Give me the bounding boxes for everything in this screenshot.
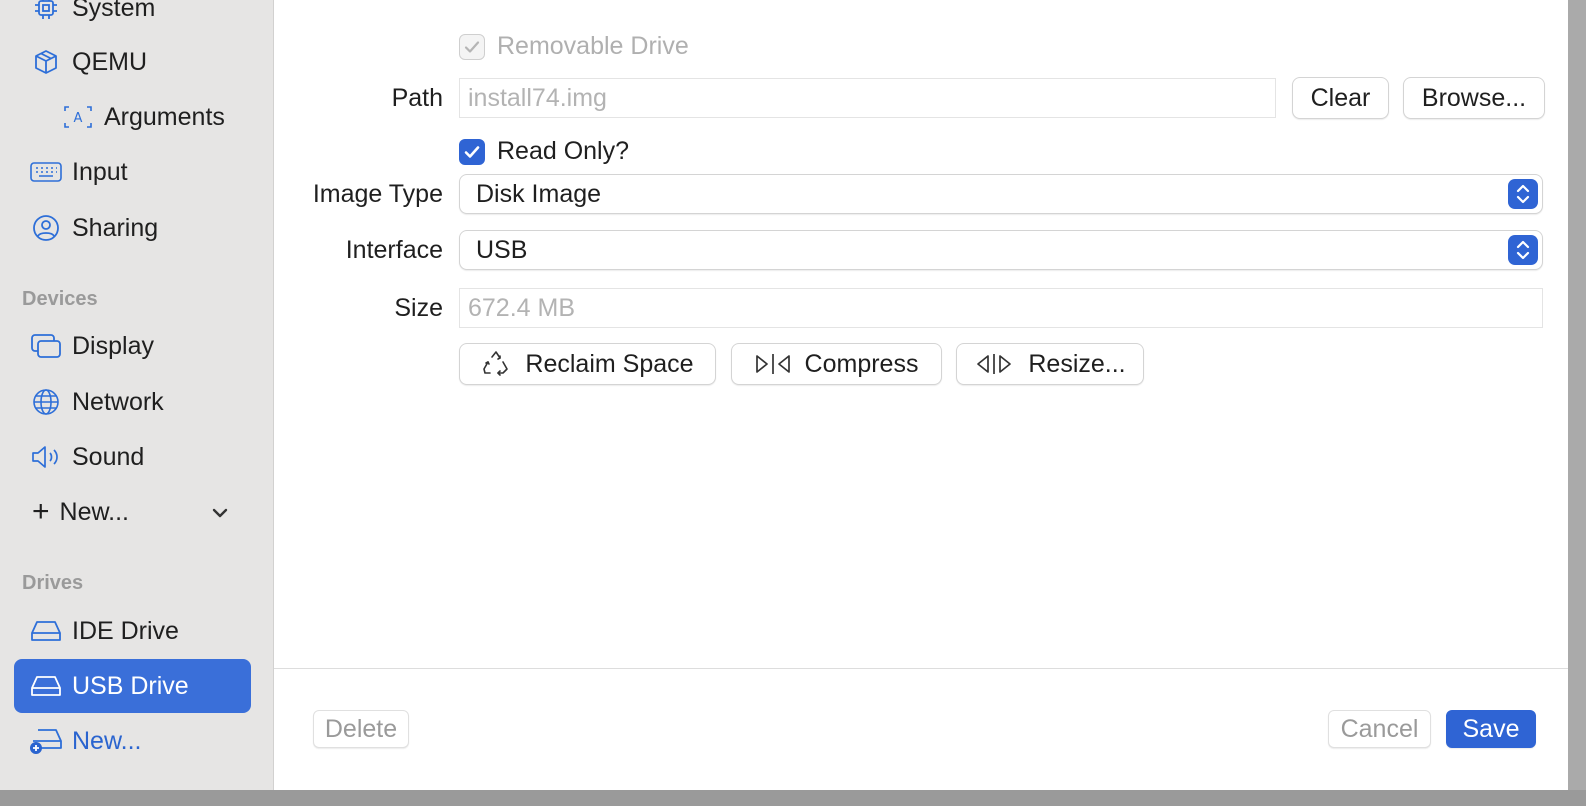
size-label: Size [394, 294, 443, 322]
sidebar-item-qemu[interactable]: QEMU [14, 36, 251, 88]
read-only-label: Read Only? [497, 137, 630, 165]
sidebar-item-label: Display [72, 331, 154, 360]
svg-text:A: A [74, 111, 83, 126]
path-label: Path [391, 84, 443, 112]
removable-drive-checkbox[interactable]: Removable Drive [459, 32, 689, 61]
person-circle-icon [28, 213, 64, 243]
cpu-icon [28, 0, 64, 23]
sidebar-item-label: USB Drive [72, 671, 189, 700]
window-edge [1568, 0, 1586, 806]
drive-icon [28, 671, 64, 701]
sidebar-item-usb-drive[interactable]: USB Drive [14, 659, 251, 713]
sidebar-item-label: IDE Drive [72, 616, 179, 645]
up-down-chevron-icon [1508, 179, 1538, 209]
resize-button[interactable]: Resize... [956, 343, 1144, 385]
sidebar-item-arguments[interactable]: A Arguments [14, 91, 251, 143]
sidebar-item-label: Arguments [104, 102, 225, 131]
plus-icon: + [32, 495, 50, 528]
text-box-icon: A [60, 102, 96, 132]
new-device-menu[interactable]: + New... [14, 486, 251, 538]
delete-button[interactable]: Delete [313, 710, 409, 748]
reclaim-space-button[interactable]: Reclaim Space [459, 343, 716, 385]
resize-label: Resize... [1028, 349, 1126, 378]
sidebar: System QEMU A Arguments Input Sharing De… [0, 0, 274, 790]
sidebar-item-network[interactable]: Network [14, 376, 251, 428]
checkmark-icon [459, 33, 485, 60]
interface-value: USB [476, 235, 528, 264]
sidebar-item-label: QEMU [72, 47, 147, 76]
compress-button[interactable]: Compress [731, 343, 942, 385]
checkmark-icon [459, 138, 485, 165]
size-field[interactable]: 672.4 MB [459, 288, 1543, 328]
sidebar-item-sound[interactable]: Sound [14, 431, 251, 483]
drive-icon [28, 616, 64, 646]
keyboard-icon [28, 157, 64, 187]
compress-icon [755, 353, 791, 375]
image-type-label: Image Type [312, 180, 443, 208]
sidebar-item-label: System [72, 0, 156, 22]
sidebar-item-label: Network [72, 387, 164, 416]
sidebar-item-ide-drive[interactable]: IDE Drive [14, 605, 251, 657]
cancel-button[interactable]: Cancel [1328, 710, 1431, 748]
recycle-icon [481, 350, 511, 378]
drives-section-header: Drives [22, 572, 84, 594]
new-device-label: New... [59, 497, 130, 526]
clear-button[interactable]: Clear [1292, 77, 1389, 119]
read-only-checkbox[interactable]: Read Only? [459, 137, 629, 166]
reclaim-space-label: Reclaim Space [525, 349, 694, 378]
new-drive-button[interactable]: New... [14, 715, 251, 767]
resize-icon [974, 353, 1014, 375]
display-icon [28, 331, 64, 361]
compress-label: Compress [804, 349, 919, 378]
image-type-popup[interactable]: Disk Image [459, 174, 1543, 214]
sidebar-item-system[interactable]: System [14, 0, 251, 34]
window-edge [0, 790, 1586, 806]
speaker-icon [28, 442, 64, 472]
drive-add-icon [28, 726, 64, 756]
chevron-down-icon [211, 500, 229, 529]
sidebar-item-label: Sound [72, 442, 145, 471]
globe-icon [28, 387, 64, 417]
path-field[interactable]: install74.img [459, 78, 1276, 118]
sidebar-item-label: Sharing [72, 213, 159, 242]
save-button[interactable]: Save [1446, 710, 1536, 748]
browse-button[interactable]: Browse... [1403, 77, 1545, 119]
sidebar-item-label: Input [72, 157, 128, 186]
sidebar-item-sharing[interactable]: Sharing [14, 202, 251, 254]
image-type-value: Disk Image [476, 179, 602, 208]
cube-icon [28, 47, 64, 77]
up-down-chevron-icon [1508, 235, 1538, 265]
interface-label: Interface [345, 236, 443, 264]
new-drive-label: New... [72, 726, 142, 755]
sidebar-item-display[interactable]: Display [14, 320, 251, 372]
interface-popup[interactable]: USB [459, 230, 1543, 270]
devices-section-header: Devices [22, 288, 98, 310]
removable-drive-label: Removable Drive [497, 32, 689, 60]
sidebar-item-input[interactable]: Input [14, 146, 251, 198]
